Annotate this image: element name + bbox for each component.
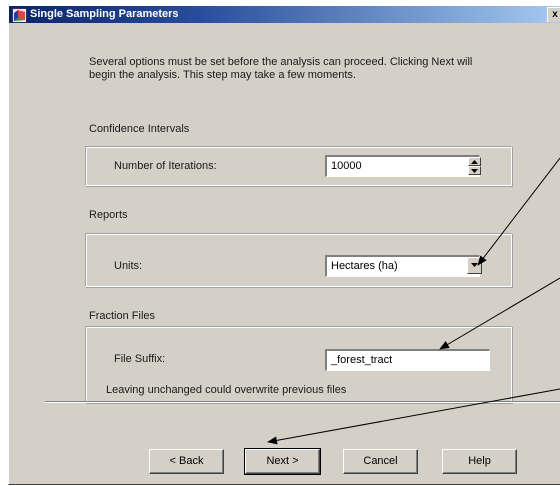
section-label-fraction-files: Fraction Files — [89, 310, 156, 322]
section-label-reports: Reports — [89, 209, 128, 221]
group-confidence: Number of Iterations: 10000 — [85, 146, 512, 186]
window-title: Single Sampling Parameters — [30, 8, 179, 20]
group-fraction-files: File Suffix: _forest_tract Leaving uncha… — [85, 326, 512, 403]
title-bar[interactable]: Single Sampling Parameters x — [9, 6, 560, 23]
dropdown-arrow-icon[interactable] — [467, 257, 482, 274]
suffix-label: File Suffix: — [114, 353, 166, 365]
iterations-label: Number of Iterations: — [114, 160, 217, 172]
close-button[interactable]: x — [547, 7, 560, 22]
cancel-button[interactable]: Cancel — [343, 449, 418, 474]
intro-text: Several options must be set before the a… — [89, 56, 473, 81]
section-label-confidence: Confidence Intervals — [89, 123, 190, 135]
units-select[interactable]: Hectares (ha) — [325, 255, 480, 277]
separator — [45, 401, 560, 403]
app-window-icon — [12, 8, 27, 23]
units-label: Units: — [114, 260, 143, 272]
help-button[interactable]: Help — [442, 449, 517, 474]
suffix-input[interactable]: _forest_tract — [325, 349, 490, 371]
spin-down-icon[interactable] — [468, 166, 481, 175]
dialog-window: Single Sampling Parameters x Several opt… — [8, 5, 560, 485]
overwrite-warning: Leaving unchanged could overwrite previo… — [106, 384, 347, 396]
iterations-input[interactable]: 10000 — [325, 155, 480, 177]
back-button[interactable]: < Back — [149, 449, 224, 474]
group-reports: Units: Hectares (ha) — [85, 233, 512, 287]
next-button[interactable]: Next > — [244, 448, 321, 475]
spin-up-icon[interactable] — [468, 157, 481, 166]
